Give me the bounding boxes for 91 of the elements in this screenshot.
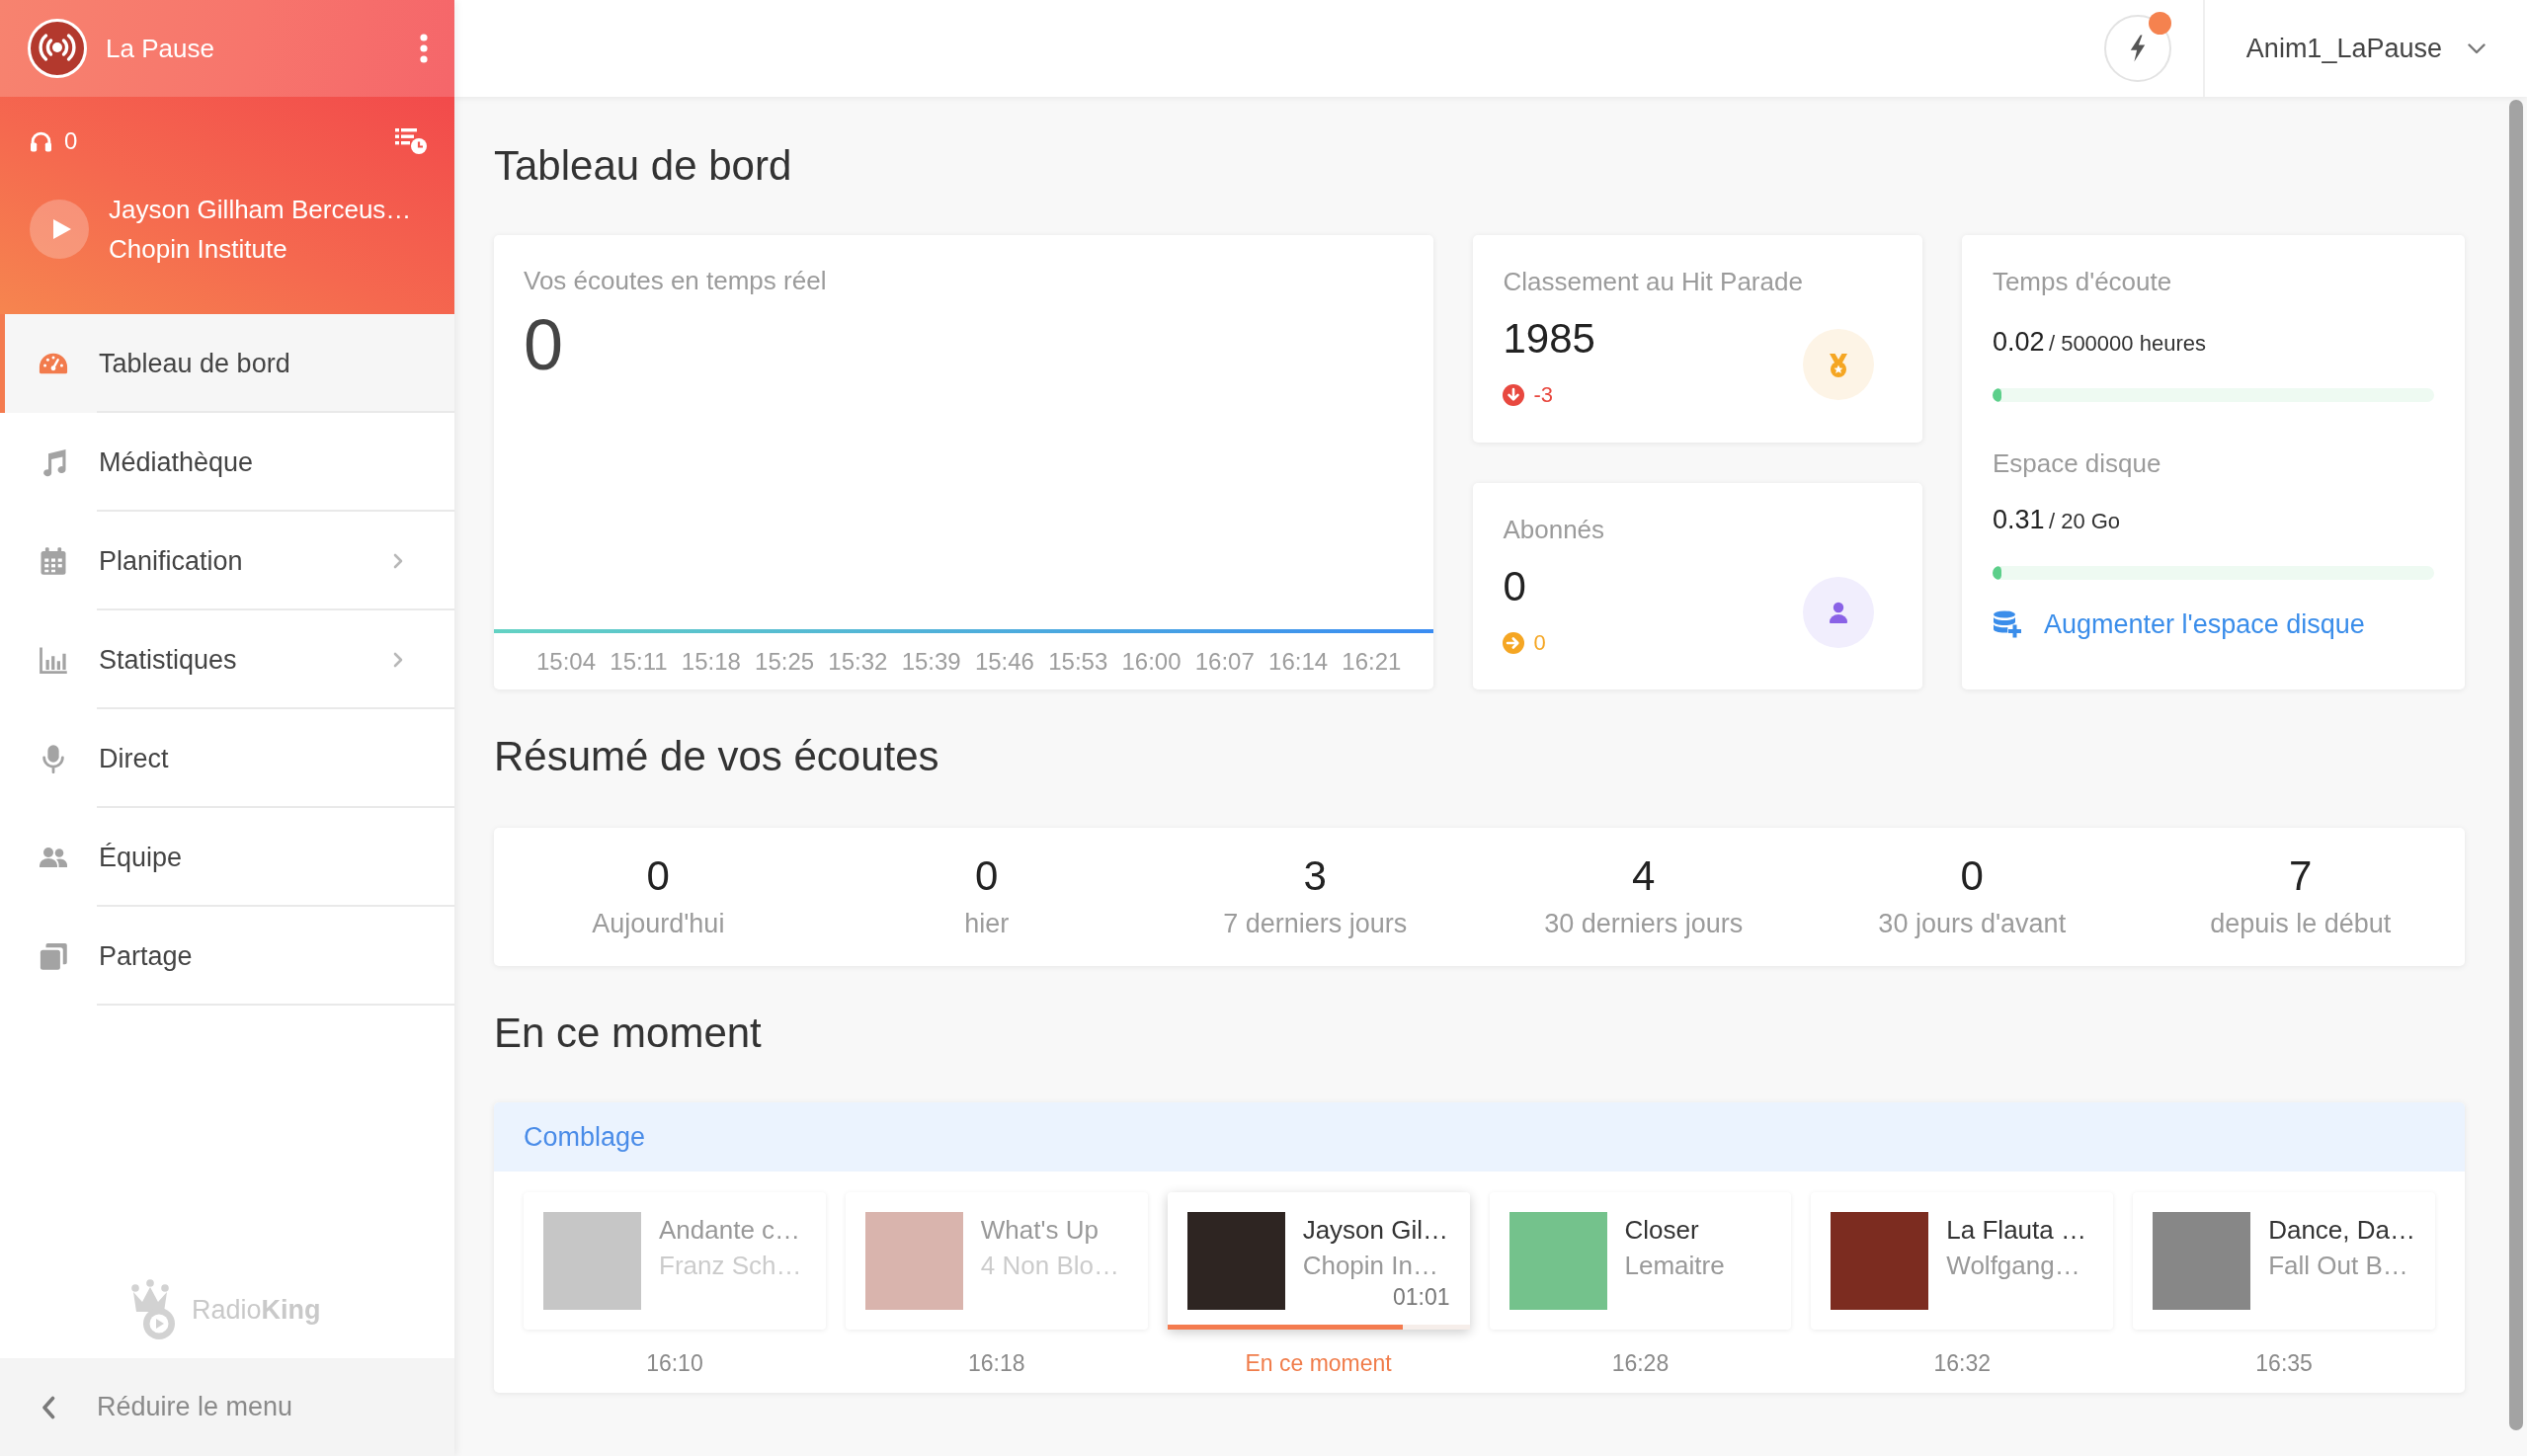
more-button[interactable] [417,32,431,65]
time-axis-label: 15:04 [536,648,597,676]
time-axis-label: 15:25 [755,648,815,676]
nav-item[interactable]: Statistiques [0,610,454,709]
chevron-left-icon [41,1395,55,1419]
station-name: La Pause [106,33,215,64]
card-title: Espace disque [1992,447,2162,480]
track-artist: Chopin In… [1302,1250,1438,1282]
scrollbar[interactable] [2509,100,2523,1430]
chevron-down-icon [2468,42,2486,54]
card-title: Temps d'écoute [1992,266,2173,298]
track-time: 16:32 [1932,1349,1992,1378]
nav-item[interactable]: Partage [0,907,454,1006]
usage-value: 0.31 [1992,505,2045,534]
user-icon [1802,576,1874,648]
medal-icon [1802,329,1874,400]
track-title: Jayson Gil… [1302,1214,1449,1247]
bolt-icon [2128,35,2147,62]
card-title: Abonnés [1503,513,1605,546]
listener-count: 0 [64,127,78,155]
user-menu-button[interactable]: Anim1_LaPause [2204,0,2527,97]
track-title: Closer [1624,1214,1699,1247]
track-time: 16:18 [966,1349,1026,1378]
usage-value: 0.02 [1992,327,2045,357]
listener-count: 0 [524,305,565,384]
track-title: Andante c… [659,1214,801,1247]
stat-value: 0 [974,851,1000,901]
time-axis-label: 16:21 [1342,648,1402,676]
play-button[interactable] [30,200,89,259]
track-title: Jayson Gillham Berceus… [109,194,412,226]
vertical-dots-icon [420,34,428,63]
usage-limit: / 500000 heures [2048,331,2206,356]
arrow-down-circle-icon [1503,384,1525,406]
card-title: Vos écoutes en temps réel [524,265,828,297]
broadcast-logo-icon [28,19,87,78]
section-title: En ce moment [494,1009,763,1058]
play-icon [52,219,71,239]
subscriber-change: 0 [1533,629,1546,656]
stat-label: 30 derniers jours [1543,908,1745,940]
usage-limit: / 20 Go [2048,509,2121,533]
nav-item[interactable]: Équipe [0,808,454,907]
stat-label: Aujourd'hui [591,908,726,940]
stat-label: depuis le début [2209,908,2393,940]
arrow-right-circle-icon [1503,631,1525,654]
card-title: Classement au Hit Parade [1503,266,1803,298]
stat-label: 7 derniers jours [1222,908,1409,940]
time-axis-label: 15:11 [610,648,668,676]
nav-item[interactable]: Planification [0,512,454,610]
page-title: Tableau de bord [494,141,793,191]
stat-value: 0 [645,851,671,901]
stat-value: 0 [1959,851,1985,901]
nav-item[interactable]: Médiathèque [0,413,454,512]
track-artist: Lemaitre [1624,1250,1725,1282]
time-axis-label: 15:39 [901,648,961,676]
time-axis-label: 15:53 [1048,648,1108,676]
stat-label: hier [963,908,1011,940]
track-title: La Flauta … [1946,1214,2086,1247]
track-artist: Wolfgang… [1946,1250,2080,1282]
section-title: Résumé de vos écoutes [494,732,940,781]
nav-item[interactable]: Tableau de bord [0,314,454,413]
track-time: En ce moment [1244,1349,1393,1378]
copy-icon [39,941,68,971]
time-axis-label: 15:18 [681,648,741,676]
track-title: Dance, Da… [2268,1214,2415,1247]
track-time: 16:35 [2254,1349,2314,1378]
track-title: What's Up [980,1214,1099,1247]
queue-button[interactable] [395,128,427,154]
track-artist: Fall Out B… [2268,1250,2408,1282]
bar-chart-icon [39,645,68,675]
time-axis-label: 16:00 [1121,648,1182,676]
time-axis-label: 16:07 [1194,648,1255,676]
stat-value: 3 [1302,851,1328,901]
time-axis-label: 16:14 [1268,648,1329,676]
stat-value: 7 [2288,851,2314,901]
time-axis-label: 15:32 [828,648,888,676]
subscriber-count: 0 [1503,561,1527,611]
elapsed-time: 01:01 [1392,1283,1450,1311]
database-plus-icon [1992,610,2022,638]
playlist-header: Comblage [494,1102,2465,1172]
track-time: 16:28 [1610,1349,1671,1378]
nav-item[interactable]: Direct [0,709,454,808]
list-clock-icon [395,128,427,154]
rank-change: -3 [1533,382,1553,408]
calendar-icon [39,546,68,576]
time-axis-label: 15:46 [974,648,1034,676]
track-artist: Chopin Institute [109,233,287,266]
rank-value: 1985 [1503,314,1596,364]
track-time: 16:10 [645,1349,704,1378]
headphones-icon [30,130,52,152]
stat-label: 30 jours d'avant [1877,908,2068,940]
stat-value: 4 [1631,851,1657,901]
